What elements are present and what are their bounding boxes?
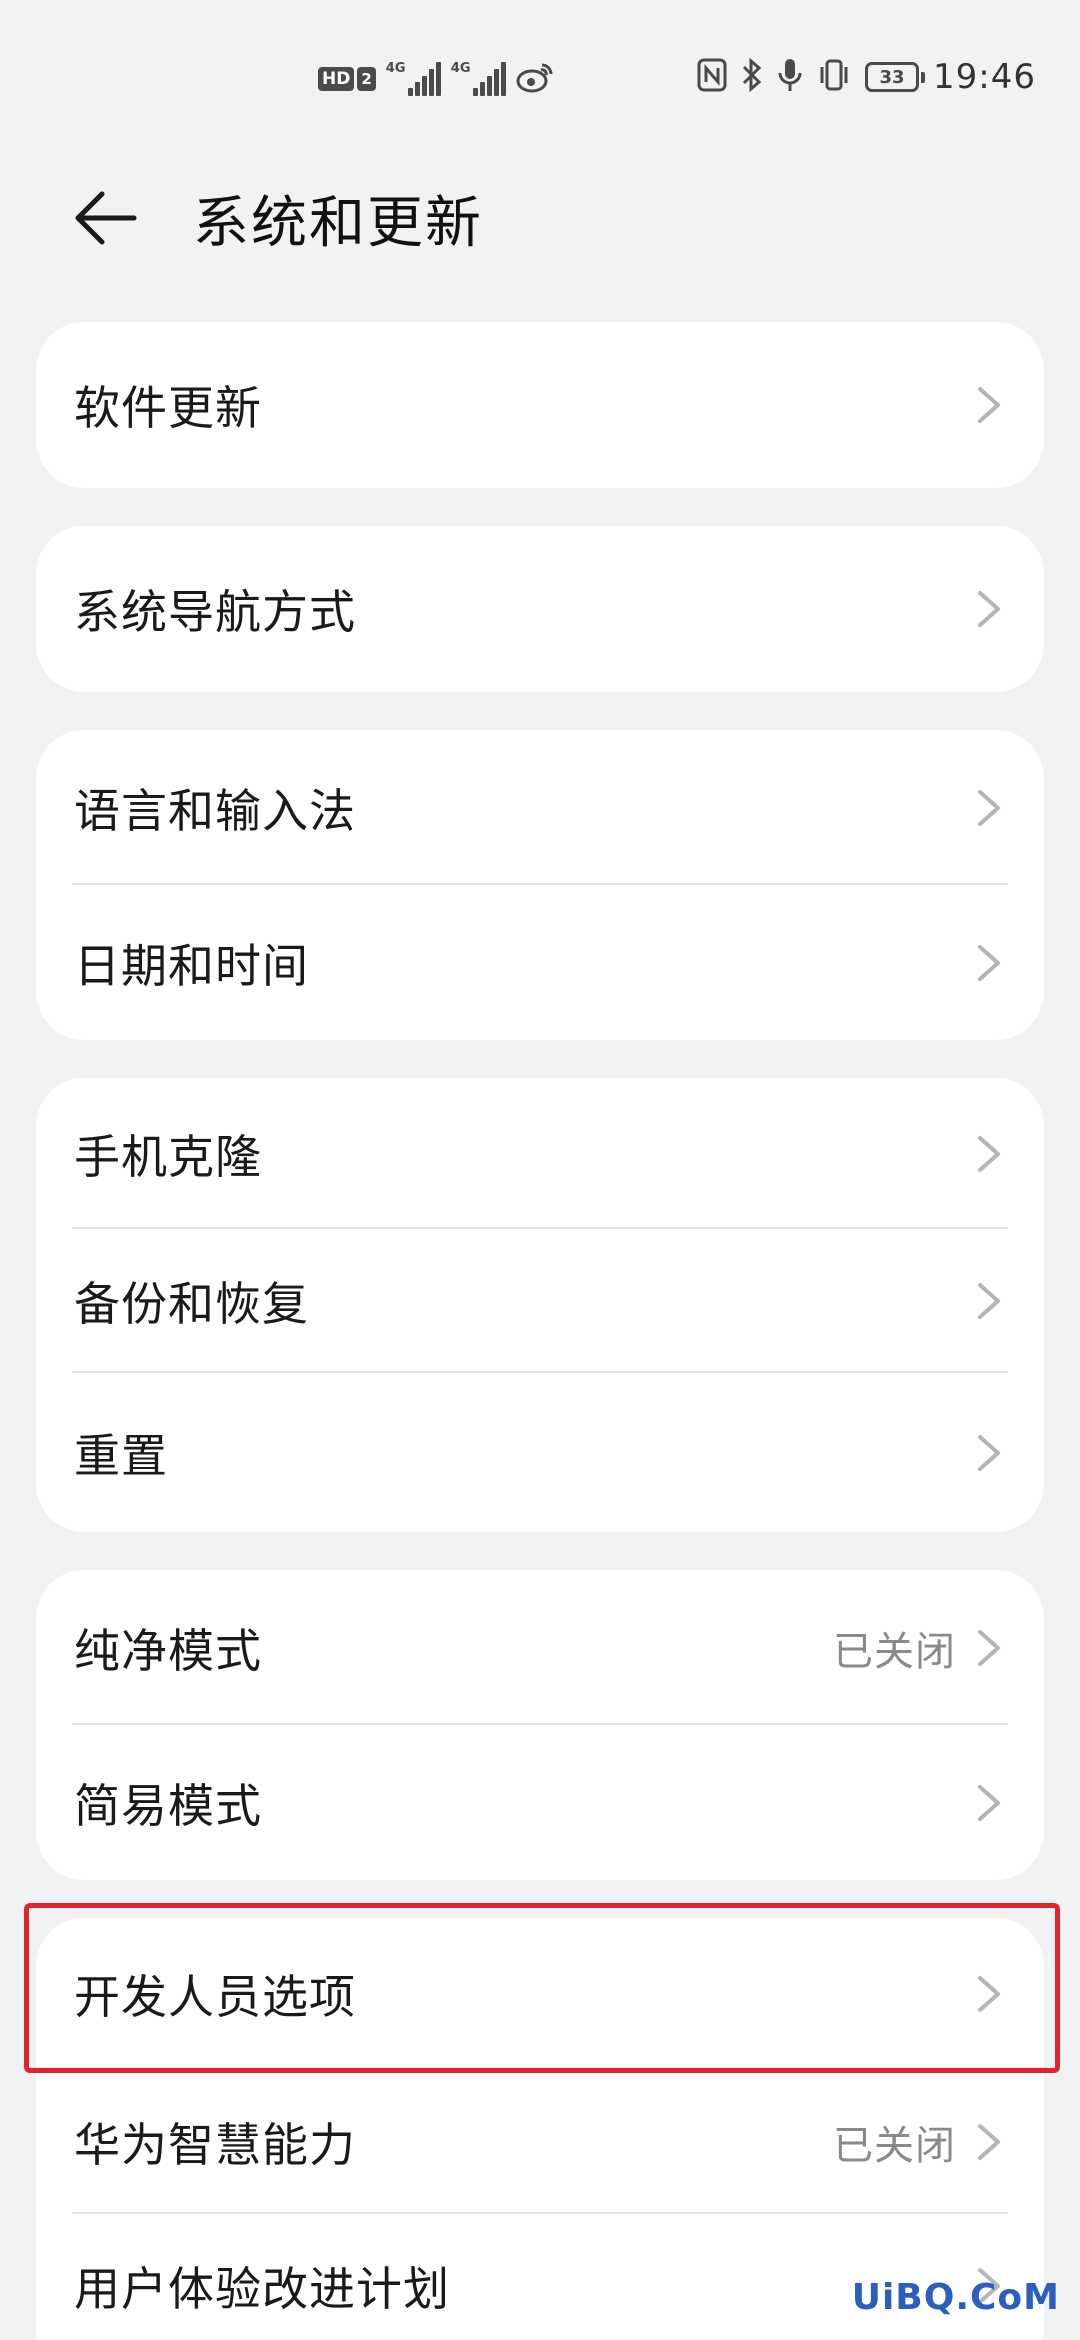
page-title: 系统和更新	[193, 191, 483, 256]
status-value: 已关闭	[833, 2123, 956, 2169]
status-bar: HD 2 4G 4G 33 19:46	[0, 0, 1080, 150]
menu-item-label: 语言和输入法	[74, 783, 356, 838]
menu-item-reset[interactable]: 重置	[36, 1373, 1044, 1532]
menu-item-date-time[interactable]: 日期和时间	[36, 885, 1044, 1040]
chevron-right-icon	[978, 789, 1000, 826]
menu-item-label: 开发人员选项	[74, 1970, 356, 2024]
menu-item-developer-options[interactable]: 开发人员选项	[36, 1918, 1044, 2070]
chevron-right-icon	[978, 591, 1000, 627]
settings-group-modes: 纯净模式 已关闭 简易模式	[36, 1570, 1044, 1880]
sim1-network-label: 4G	[385, 61, 406, 76]
signal-sim1-icon: 4G	[386, 62, 441, 96]
hd-label: HD	[318, 67, 355, 91]
chevron-right-icon	[978, 1976, 1000, 2012]
back-button[interactable]	[70, 182, 142, 254]
clock: 19:46	[933, 57, 1036, 97]
chevron-right-icon	[978, 387, 1000, 423]
menu-item-huawei-ai[interactable]: 华为智慧能力 已关闭	[36, 2070, 1044, 2214]
menu-item-phone-clone[interactable]: 手机克隆	[36, 1078, 1044, 1229]
settings-group-navigation: 系统导航方式	[36, 526, 1044, 692]
menu-item-label: 简易模式	[74, 1778, 262, 1833]
menu-item-system-navigation[interactable]: 系统导航方式	[36, 526, 1044, 692]
signal-sim2-icon: 4G	[451, 62, 506, 96]
menu-item-label: 华为智慧能力	[74, 2118, 356, 2172]
chevron-right-icon	[978, 1434, 1000, 1471]
weibo-icon	[516, 61, 554, 97]
menu-item-label: 软件更新	[74, 381, 262, 435]
menu-item-label: 用户体验改进计划	[74, 2262, 450, 2316]
battery-icon: 33	[865, 62, 926, 92]
bluetooth-icon	[741, 57, 763, 97]
chevron-right-icon	[978, 1283, 1000, 1319]
settings-group-software: 软件更新	[36, 322, 1044, 488]
settings-group-language-time: 语言和输入法 日期和时间	[36, 730, 1044, 1040]
nfc-icon	[697, 58, 727, 96]
hd-voice-icon: HD 2	[318, 67, 376, 91]
menu-item-simple-mode[interactable]: 简易模式	[36, 1725, 1044, 1880]
menu-item-label: 日期和时间	[74, 938, 309, 993]
chevron-right-icon	[978, 2124, 1000, 2160]
chevron-right-icon	[978, 1135, 1000, 1172]
menu-item-label: 纯净模式	[74, 1623, 262, 1678]
menu-item-language-input[interactable]: 语言和输入法	[36, 730, 1044, 885]
chevron-right-icon	[978, 944, 1000, 981]
sim-number: 2	[357, 67, 376, 91]
chevron-right-icon	[978, 1784, 1000, 1821]
watermark: UiBQ.CoM	[851, 2277, 1060, 2318]
vibrate-icon	[817, 58, 851, 96]
menu-item-software-update[interactable]: 软件更新	[36, 322, 1044, 488]
settings-group-backup: 手机克隆 备份和恢复 重置	[36, 1078, 1044, 1532]
menu-item-label: 重置	[74, 1428, 168, 1483]
menu-item-label: 系统导航方式	[74, 585, 356, 639]
battery-level: 33	[879, 66, 905, 88]
status-bar-right: 33 19:46	[697, 52, 1036, 102]
settings-page: HD 2 4G 4G 33 19:46 系统和更新 软件更新 系统导航方式 语言…	[0, 0, 1080, 2340]
status-value: 已关闭	[833, 1628, 956, 1675]
microphone-icon	[777, 57, 803, 97]
chevron-right-icon	[978, 1629, 1000, 1666]
sim2-network-label: 4G	[450, 61, 471, 76]
app-bar: 系统和更新	[0, 160, 1080, 270]
menu-item-label: 备份和恢复	[74, 1277, 309, 1331]
menu-item-label: 手机克隆	[74, 1129, 262, 1184]
status-bar-left: HD 2 4G 4G	[318, 60, 554, 98]
back-arrow-icon	[75, 191, 137, 245]
menu-item-pure-mode[interactable]: 纯净模式 已关闭	[36, 1570, 1044, 1725]
menu-item-backup-restore[interactable]: 备份和恢复	[36, 1229, 1044, 1373]
